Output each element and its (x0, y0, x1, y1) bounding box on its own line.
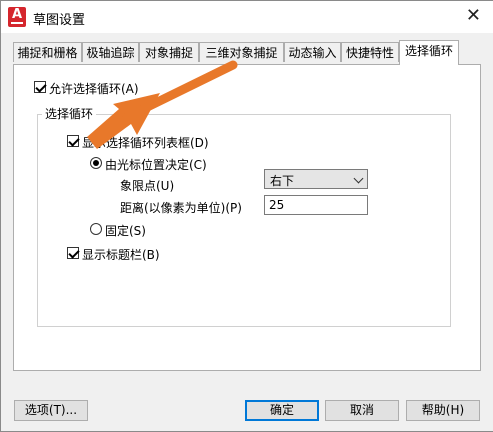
tab-selection-cycling[interactable]: 选择循环 (399, 40, 459, 65)
allow-cycling-checkbox[interactable] (34, 81, 46, 93)
show-list-box-label: 显示选择循环列表框(D) (82, 136, 209, 150)
quadrant-select[interactable]: 右下 (264, 169, 368, 189)
autocad-app-icon: A (8, 7, 26, 27)
tab-object-snap[interactable]: 对象捕捉 (139, 42, 199, 62)
tab-snap-grid[interactable]: 捕捉和栅格 (13, 42, 82, 62)
window-title: 草图设置 (33, 13, 86, 28)
title-bar: A 草图设置 ✕ (1, 1, 493, 33)
group-title: 选择循环 (42, 105, 97, 122)
show-title-bar-label: 显示标题栏(B) (82, 248, 160, 262)
cancel-button[interactable]: 取消 (325, 400, 399, 421)
quadrant-label: 象限点(U) (120, 179, 175, 193)
show-list-box-checkbox[interactable] (67, 135, 79, 147)
tab-polar-tracking[interactable]: 极轴追踪 (82, 42, 139, 62)
dialog-window: A 草图设置 ✕ 捕捉和栅格 极轴追踪 对象捕捉 三维对象捕捉 动态输入 快捷特… (0, 0, 493, 432)
distance-label: 距离(以像素为单位)(P) (120, 201, 242, 215)
fixed-radio[interactable] (90, 223, 102, 235)
tab-3d-object-snap[interactable]: 三维对象捕捉 (199, 42, 284, 62)
tab-quick-properties[interactable]: 快捷特性 (341, 42, 399, 62)
options-button[interactable]: 选项(T)... (14, 400, 88, 421)
show-title-bar-checkbox[interactable] (67, 247, 79, 259)
fixed-label: 固定(S) (105, 224, 146, 238)
by-cursor-radio[interactable] (90, 157, 102, 169)
by-cursor-label: 由光标位置决定(C) (105, 158, 207, 172)
allow-cycling-label: 允许选择循环(A) (49, 82, 139, 96)
close-icon[interactable]: ✕ (466, 6, 481, 26)
ok-button[interactable]: 确定 (245, 400, 319, 421)
distance-input[interactable]: 25 (264, 195, 368, 215)
tab-dynamic-input[interactable]: 动态输入 (284, 42, 341, 62)
help-button[interactable]: 帮助(H) (406, 400, 480, 421)
chevron-down-icon (353, 173, 364, 184)
quadrant-value: 右下 (270, 174, 295, 188)
